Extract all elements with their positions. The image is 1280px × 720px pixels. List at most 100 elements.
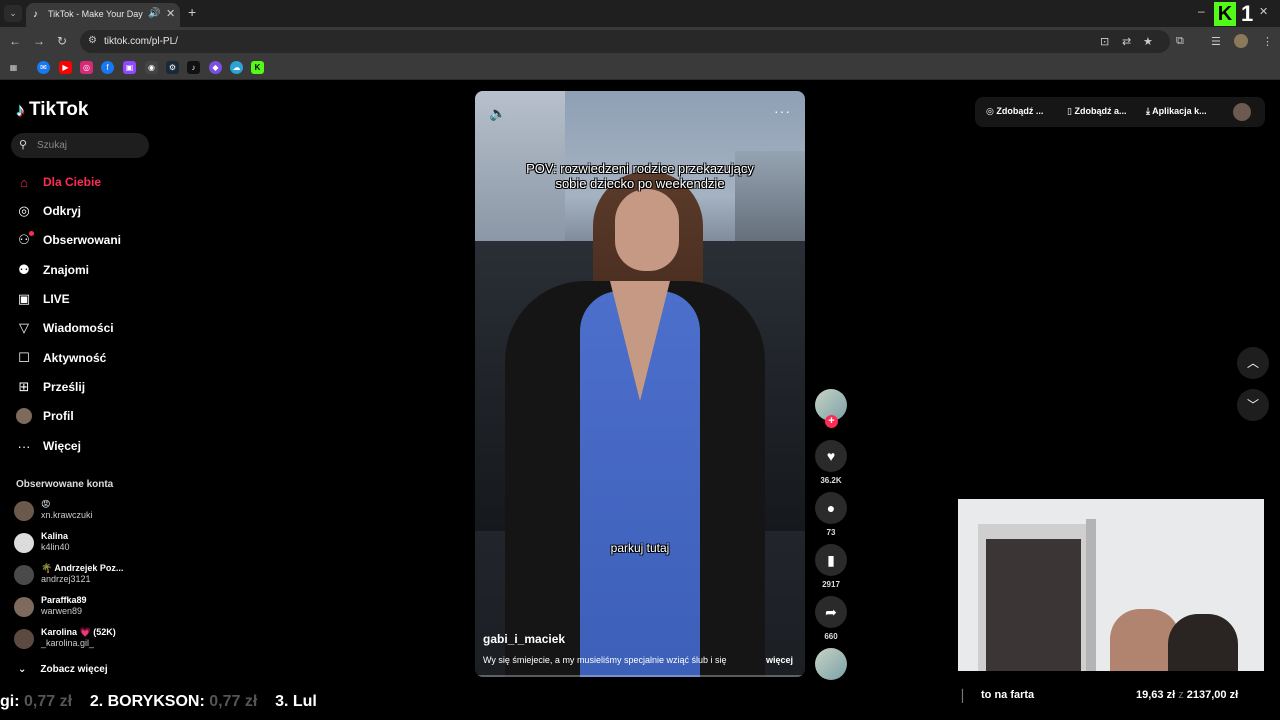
- desktop-app-button[interactable]: ⤓ Aplikacja k...: [1146, 106, 1207, 117]
- video-progress-bar[interactable]: [475, 675, 805, 677]
- sidebar-item-upload[interactable]: ⊞ Prześlij: [16, 375, 156, 399]
- share-count: 660: [824, 632, 838, 641]
- site-info-icon[interactable]: ⚙: [88, 35, 97, 46]
- bookmarks-bar: ▦ ✉ ▶ ◎ f ▣ ◉ ⚙ ♪ ◆ ☁ K: [0, 56, 1280, 80]
- extensions-icon[interactable]: ⧉: [1176, 35, 1184, 48]
- followed-account[interactable]: Kalina k4lin40: [14, 531, 154, 555]
- tab-audio-icon[interactable]: 🔊: [148, 8, 160, 19]
- sidebar-item-label: Profil: [43, 409, 74, 423]
- ticker-entry: 3. Lul: [275, 693, 317, 710]
- browser-toolbar: ← → ↻ ⚙ tiktok.com/pl-PL/ ⊡ ⇄ ★ ⧉ ☰ ⋮: [0, 27, 1280, 56]
- volume-icon[interactable]: 🔈: [489, 105, 506, 122]
- account-name: Kalina: [41, 531, 69, 541]
- webcam-person-2: [1168, 614, 1238, 671]
- sidebar-item-following[interactable]: ⚇ Obserwowani: [16, 228, 156, 252]
- donation-ticker: gi: 0,77 zł 2. BORYKSON: 0,77 zł 3. Lul: [0, 693, 317, 711]
- sidebar-item-friends[interactable]: ⚉ Znajomi: [16, 258, 156, 282]
- webcam-room: [986, 539, 1081, 671]
- search-input[interactable]: ⚲ Szukaj: [11, 133, 149, 158]
- user-avatar[interactable]: [1233, 103, 1251, 121]
- next-video-button[interactable]: ﹀: [1237, 389, 1269, 421]
- tab-search-button[interactable]: ⌄: [4, 5, 22, 22]
- install-app-icon[interactable]: ⊡: [1100, 35, 1109, 48]
- account-username: xn.krawczuki: [41, 510, 93, 520]
- twitch-icon[interactable]: ▣: [123, 61, 136, 74]
- get-app-button[interactable]: ▯ Zdobądź a...: [1067, 106, 1126, 117]
- video-author[interactable]: gabi_i_maciek: [483, 632, 565, 646]
- apps-grid-icon[interactable]: ▦: [7, 61, 20, 74]
- get-coins-button[interactable]: ◎ Zdobądź ...: [986, 106, 1043, 117]
- sidebar-item-for-you[interactable]: ⌂ Dla Ciebie: [16, 170, 156, 194]
- home-icon: ⌂: [20, 174, 28, 190]
- kick-bookmark-icon[interactable]: K: [251, 61, 264, 74]
- share-button[interactable]: ➦: [815, 596, 847, 628]
- goal-separator: z: [1178, 689, 1184, 701]
- save-button[interactable]: ▮: [815, 544, 847, 576]
- get-app-label: Zdobądź a...: [1074, 106, 1127, 116]
- followed-account[interactable]: 😡 xn.krawczuki: [14, 499, 154, 523]
- account-username: k4lin40: [41, 542, 70, 552]
- close-window-icon[interactable]: ✕: [1259, 5, 1268, 18]
- comment-icon: ●: [826, 500, 836, 516]
- steam-icon[interactable]: ⚙: [166, 61, 179, 74]
- minimize-icon[interactable]: –: [1198, 4, 1205, 18]
- save-count: 2917: [822, 580, 840, 589]
- instagram-icon[interactable]: ◎: [80, 61, 93, 74]
- see-more-button[interactable]: ⌄ Zobacz więcej: [18, 663, 122, 675]
- tab-title: TikTok - Make Your Day: [48, 9, 143, 19]
- sidebar-item-activity[interactable]: ☐ Aktywność: [16, 346, 156, 370]
- profile-avatar: [16, 408, 32, 424]
- forward-icon[interactable]: →: [33, 34, 45, 48]
- compass-icon: ◎: [18, 203, 30, 218]
- messenger-icon[interactable]: ✉: [37, 61, 50, 74]
- chevron-down-icon: ﹀: [1246, 398, 1259, 412]
- tiktok-bookmark-icon[interactable]: ♪: [187, 61, 200, 74]
- chevron-down-icon: ⌄: [18, 664, 27, 675]
- sidebar-item-profile[interactable]: Profil: [16, 404, 156, 428]
- address-bar[interactable]: ⚙ tiktok.com/pl-PL/ ⊡ ⇄ ★: [80, 30, 1170, 53]
- followed-account[interactable]: 🌴 Andrzejek Poz... andrzej3121: [14, 563, 154, 587]
- bookmark-star-icon[interactable]: ★: [1143, 35, 1153, 48]
- facebook-icon[interactable]: f: [101, 61, 114, 74]
- music-disc-icon[interactable]: [815, 648, 847, 680]
- account-username: _karolina.gil_: [41, 638, 95, 648]
- youtube-icon[interactable]: ▶: [59, 61, 72, 74]
- browser-tab[interactable]: ♪ TikTok - Make Your Day 🔊 ✕: [26, 3, 180, 27]
- bookmark-icon: ▮: [827, 552, 835, 568]
- bookmark-purple-icon[interactable]: ◆: [209, 61, 222, 74]
- desktop-app-label: Aplikacja k...: [1152, 106, 1207, 116]
- reading-list-icon[interactable]: ☰: [1211, 35, 1221, 48]
- sidebar-item-explore[interactable]: ◎ Odkryj: [16, 199, 156, 223]
- followed-account[interactable]: Karolina 💗 (52K) _karolina.gil_: [14, 627, 154, 651]
- tiktok-logo[interactable]: ♪ TikTok: [16, 99, 88, 121]
- follow-plus-icon[interactable]: +: [825, 415, 838, 428]
- more-options-icon[interactable]: ···: [774, 103, 791, 119]
- bookmark-icon[interactable]: ◉: [145, 61, 158, 74]
- browser-profile-avatar[interactable]: [1234, 34, 1248, 48]
- sidebar-item-messages[interactable]: ▽ Wiadomości: [16, 316, 156, 340]
- goal-current: 19,63 zł: [1136, 689, 1176, 701]
- browser-tab-bar: ⌄ ♪ TikTok - Make Your Day 🔊 ✕ + – K 1 ✕: [0, 0, 1280, 27]
- goal-total: 2137,00 zł: [1186, 689, 1239, 701]
- logo-text: TikTok: [29, 99, 89, 120]
- upload-icon: ⊞: [18, 379, 30, 394]
- browser-menu-icon[interactable]: ⋮: [1262, 35, 1273, 48]
- heart-icon: ♥: [826, 448, 836, 464]
- translate-icon[interactable]: ⇄: [1122, 35, 1131, 48]
- reload-icon[interactable]: ↻: [57, 34, 67, 48]
- comment-button[interactable]: ●: [815, 492, 847, 524]
- sidebar-item-live[interactable]: ▣ LIVE: [16, 287, 156, 311]
- new-tab-button[interactable]: +: [188, 5, 196, 19]
- tab-close-icon[interactable]: ✕: [166, 7, 175, 20]
- like-button[interactable]: ♥: [815, 440, 847, 472]
- account-username: andrzej3121: [41, 574, 91, 584]
- video-player[interactable]: 🔈 ··· POV: rozwiedzeni rodzice przekazuj…: [475, 91, 805, 677]
- followed-account[interactable]: Paraffka89 warwen89: [14, 595, 154, 619]
- share-arrow-icon: ➦: [825, 604, 837, 620]
- back-icon[interactable]: ←: [9, 34, 21, 48]
- bookmark-blue-icon[interactable]: ☁: [230, 61, 243, 74]
- previous-video-button[interactable]: ︿: [1237, 347, 1269, 379]
- sidebar-item-more[interactable]: ··· Więcej: [16, 434, 156, 458]
- description-more-link[interactable]: więcej: [766, 655, 793, 665]
- sidebar-item-label: LIVE: [43, 292, 70, 306]
